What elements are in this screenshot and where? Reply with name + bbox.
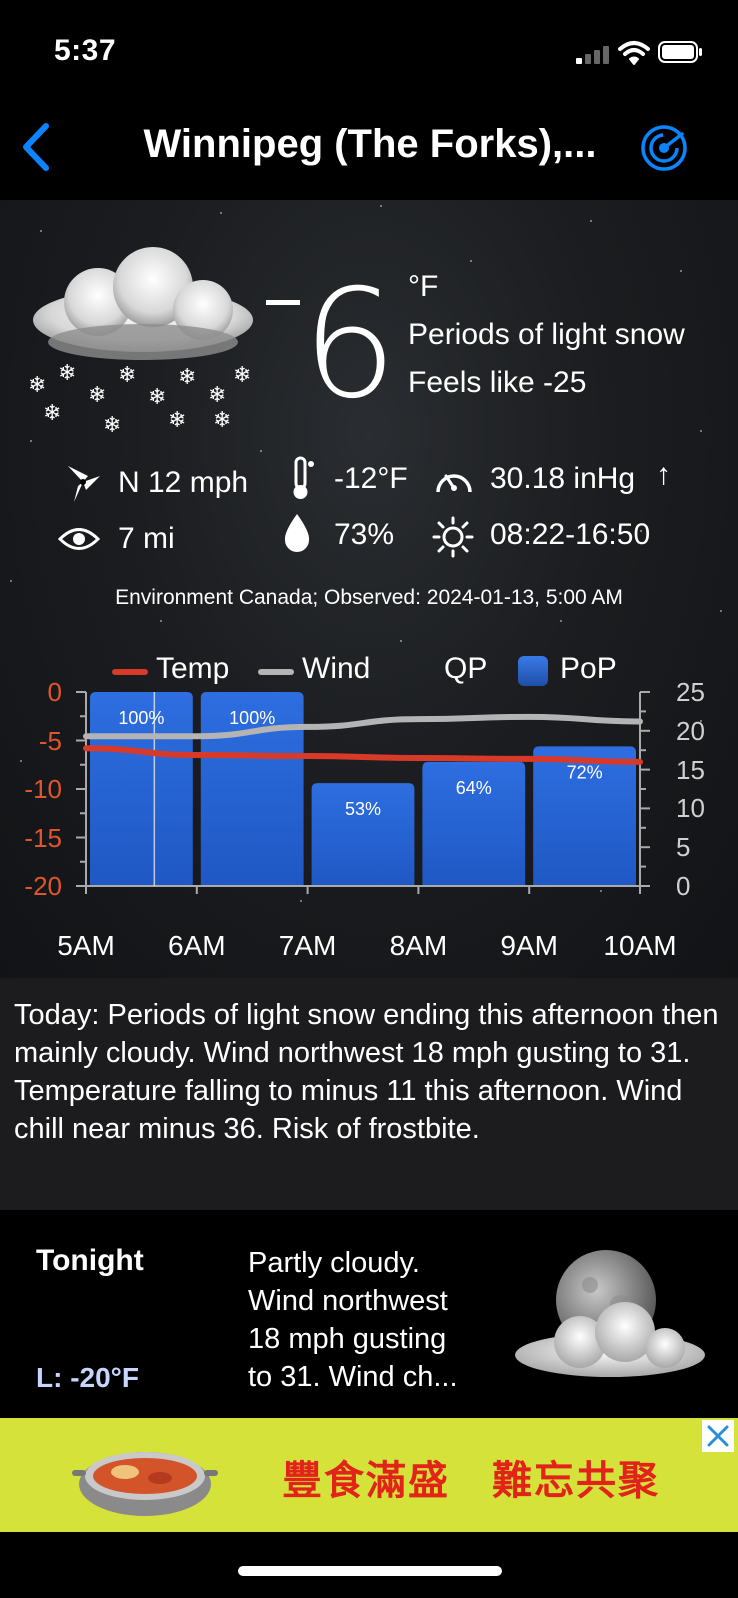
home-indicator — [238, 1566, 502, 1576]
thermometer-icon — [293, 456, 314, 499]
tonight-title: Tonight — [36, 1244, 144, 1277]
right-axis-label: 0 — [676, 871, 691, 901]
tonight-low: L: -20°F — [36, 1362, 139, 1393]
sun-icon — [432, 516, 474, 558]
x-axis-label: 8AM — [389, 930, 448, 961]
svg-text:❄: ❄ — [208, 383, 226, 408]
feels-like-text: Feels like -25 — [408, 366, 587, 399]
humidity-drop-icon — [284, 514, 310, 552]
x-axis-label: 6AM — [168, 930, 226, 961]
right-axis-label: 5 — [676, 832, 691, 863]
x-axis-label: 5AM — [57, 930, 115, 961]
pop-bar-label: 72% — [567, 762, 603, 782]
wifi-icon — [618, 41, 650, 65]
svg-text:❄: ❄ — [168, 408, 186, 433]
close-icon — [707, 1425, 729, 1447]
tonight-text-line: to 31. Wind ch... — [248, 1361, 458, 1393]
right-axis-label: 15 — [676, 754, 705, 785]
condition-text: Periods of light snow — [408, 318, 685, 351]
cellular-signal-icon — [576, 46, 610, 64]
right-axis-label: 25 — [676, 677, 705, 707]
svg-text:❄: ❄ — [103, 413, 121, 438]
svg-text:❄: ❄ — [88, 383, 106, 408]
hotpot-image — [72, 1452, 218, 1516]
x-axis-label: 10AM — [603, 930, 677, 961]
right-axis-label: 10 — [676, 793, 705, 824]
left-axis-label: -5 — [38, 725, 62, 756]
dew-point-value: -12°F — [334, 462, 408, 495]
pressure-trend-icon: ↑ — [656, 458, 671, 491]
status-time: 5:37 — [54, 34, 117, 67]
svg-text:❄: ❄ — [58, 361, 76, 386]
wind-value: N 12 mph — [118, 466, 249, 499]
page-title: Winnipeg (The Forks),... — [143, 122, 597, 166]
pop-bar-label: 64% — [456, 778, 492, 798]
pressure-gauge-icon — [436, 474, 472, 493]
svg-text:❄: ❄ — [148, 385, 166, 410]
svg-text:❄: ❄ — [118, 363, 136, 388]
tonight-text-line: Partly cloudy. — [248, 1247, 420, 1279]
left-axis-label: -20 — [24, 871, 62, 901]
ad-text: 豐食滿盛 難忘共聚 — [282, 1457, 660, 1504]
pop-bar-label: 100% — [118, 708, 164, 728]
battery-icon — [658, 41, 702, 63]
svg-text:❄: ❄ — [28, 373, 46, 398]
observation-source: Environment Canada; Observed: 2024-01-13… — [115, 586, 623, 609]
left-axis-label: -10 — [24, 774, 62, 804]
right-axis-label: 20 — [676, 715, 705, 746]
tonight-text-line: 18 mph gusting — [248, 1323, 447, 1355]
humidity-value: 73% — [334, 518, 395, 551]
ad-close-button[interactable] — [702, 1420, 734, 1452]
left-axis-label: -15 — [24, 822, 62, 853]
pop-bar-label: 100% — [229, 708, 275, 728]
x-axis-label: 9AM — [500, 930, 558, 961]
eye-icon — [58, 528, 100, 550]
pop-bar-label: 53% — [345, 799, 381, 819]
svg-text:❄: ❄ — [43, 401, 61, 426]
svg-text:❄: ❄ — [233, 363, 251, 388]
svg-text:❄: ❄ — [213, 408, 231, 433]
hourly-chart: 100% 100% 53% 64% 72% — [76, 691, 650, 894]
tonight-text: Partly cloudy. Wind northwest 18 mph gus… — [248, 1244, 458, 1396]
legend-temp-swatch — [112, 669, 148, 675]
pressure-value: 30.18 inHg — [490, 462, 636, 495]
tonight-text-line: Wind northwest — [248, 1285, 448, 1317]
temperature-minus-sign — [266, 300, 300, 305]
temperature-unit: °F — [408, 270, 439, 303]
moon-cloud-icon — [515, 1250, 705, 1377]
visibility-value: 7 mi — [118, 522, 175, 555]
radar-icon[interactable] — [640, 124, 688, 172]
snow-cloud-icon: ❄ ❄❄ ❄❄❄ ❄❄❄ ❄ ❄ ❄ — [28, 247, 253, 438]
sunrise-sunset-value: 08:22-16:50 — [490, 518, 651, 551]
legend-wind-swatch — [258, 669, 294, 675]
left-axis-label: 0 — [47, 677, 62, 707]
wind-turbine-icon — [68, 466, 100, 502]
back-chevron-icon[interactable] — [18, 122, 54, 172]
x-axis-label: 7AM — [278, 930, 337, 961]
svg-text:❄: ❄ — [178, 365, 196, 390]
today-forecast-text: Today: Periods of light snow ending this… — [14, 999, 719, 1145]
current-temperature: 6 — [302, 258, 398, 432]
